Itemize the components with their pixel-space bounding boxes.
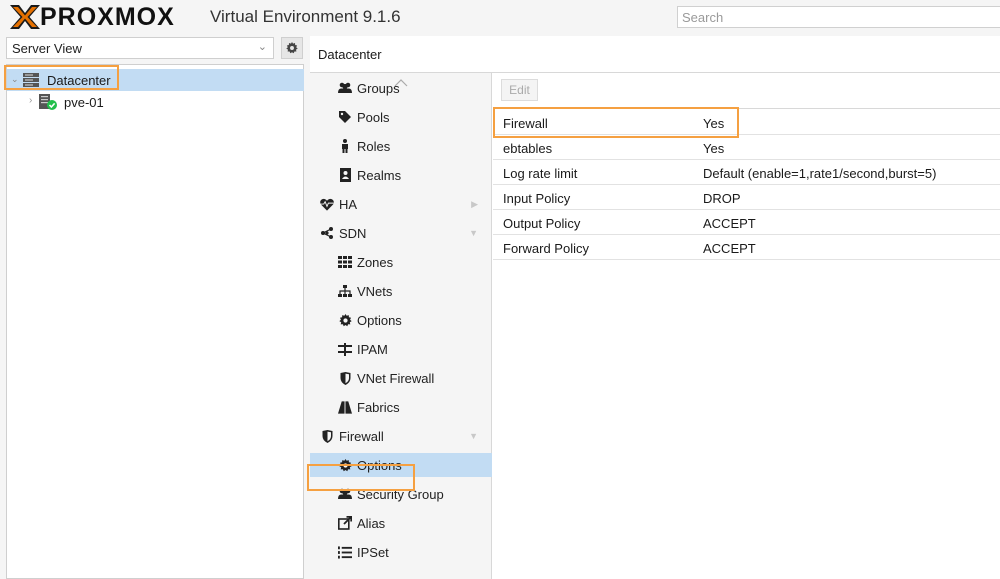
nav-item-label: HA bbox=[339, 197, 358, 212]
nav-item-label: Zones bbox=[357, 255, 394, 270]
th-icon bbox=[338, 255, 352, 269]
option-value: ACCEPT bbox=[703, 216, 756, 231]
tree-settings-button[interactable] bbox=[281, 37, 303, 59]
nav-item-label: Alias bbox=[357, 516, 386, 531]
address-book-icon bbox=[338, 168, 352, 182]
nav-item-firewall[interactable]: Firewall ▼ bbox=[310, 424, 492, 448]
nav-item-pools[interactable]: Pools bbox=[310, 105, 492, 129]
highlight-box bbox=[493, 107, 739, 138]
option-name: Forward Policy bbox=[503, 241, 589, 256]
resource-tree-panel: Server View ⌄ ⌄ Datacenter › pve-01 bbox=[0, 36, 306, 579]
nav-item-options[interactable]: Options bbox=[310, 308, 492, 332]
nav-item-label: SDN bbox=[339, 226, 367, 241]
nav-item-ipam[interactable]: IPAM bbox=[310, 337, 492, 361]
tree-item-label: pve-01 bbox=[64, 95, 104, 110]
table-row[interactable]: Log rate limit Default (enable=1,rate1/se… bbox=[493, 160, 1000, 185]
search-input[interactable] bbox=[677, 6, 1000, 28]
male-icon bbox=[338, 139, 352, 153]
resource-tree: ⌄ Datacenter › pve-01 bbox=[4, 64, 304, 579]
nav-item-label: Groups bbox=[357, 81, 400, 96]
nav-item-vnet-firewall[interactable]: VNet Firewall bbox=[310, 366, 492, 390]
nav-item-realms[interactable]: Realms bbox=[310, 163, 492, 187]
nav-item-label: VNets bbox=[357, 284, 393, 299]
nav-item-label: Firewall bbox=[339, 429, 384, 444]
option-name: Log rate limit bbox=[503, 166, 578, 181]
expand-right-icon[interactable]: ▶ bbox=[471, 199, 478, 210]
external-link-icon bbox=[338, 516, 352, 530]
tags-icon bbox=[338, 110, 352, 124]
nav-item-label: Fabrics bbox=[357, 400, 400, 415]
proxmox-logo[interactable]: PROXMOX bbox=[8, 2, 175, 32]
firewall-options-panel: Edit Firewall Yes ebtables Yes Log rate limi… bbox=[493, 73, 1000, 579]
option-value: Yes bbox=[703, 141, 725, 156]
toolbar: Edit bbox=[493, 73, 1000, 109]
option-name: ebtables bbox=[503, 141, 553, 156]
version-label: Virtual Environment 9.1.6 bbox=[210, 7, 401, 26]
gear-icon bbox=[286, 42, 298, 54]
sdn-icon bbox=[320, 226, 334, 240]
gear-icon bbox=[338, 313, 352, 327]
table-row[interactable]: Input Policy DROP bbox=[493, 185, 1000, 210]
ipam-icon bbox=[338, 342, 352, 356]
view-selector[interactable]: Server View ⌄ bbox=[6, 37, 274, 59]
option-value: ACCEPT bbox=[703, 241, 756, 256]
chevron-down-icon: ⌄ bbox=[257, 41, 267, 53]
main-panel: Datacenter Groups Pools Roles Realms HA ▶ SDN ▼… bbox=[310, 36, 1000, 579]
nav-item-groups[interactable]: Groups bbox=[310, 76, 492, 100]
table-row[interactable]: Output Policy ACCEPT bbox=[493, 210, 1000, 235]
nav-item-label: VNet Firewall bbox=[357, 371, 435, 386]
option-value: DROP bbox=[703, 191, 741, 206]
highlight-box bbox=[4, 65, 119, 90]
highlight-box bbox=[307, 464, 415, 491]
nav-item-label: IPSet bbox=[357, 545, 389, 560]
collapse-down-icon[interactable]: ▼ bbox=[469, 228, 478, 238]
proxmox-x-icon bbox=[10, 5, 40, 29]
table-row[interactable]: Forward Policy ACCEPT bbox=[493, 235, 1000, 260]
nav-item-label: Roles bbox=[357, 139, 391, 154]
top-header: PROXMOX Virtual Environment 9.1.6 bbox=[0, 0, 1000, 36]
nav-item-label: Pools bbox=[357, 110, 390, 125]
option-value: Default (enable=1,rate1/second,burst=5) bbox=[703, 166, 937, 181]
nav-item-ipset[interactable]: IPSet bbox=[310, 540, 492, 564]
nav-item-fabrics[interactable]: Fabrics bbox=[310, 395, 492, 419]
edit-button[interactable]: Edit bbox=[501, 79, 538, 101]
list-ol-icon bbox=[338, 545, 352, 559]
road-icon bbox=[338, 400, 352, 414]
sitemap-icon bbox=[338, 284, 352, 298]
expand-caret-icon[interactable]: › bbox=[29, 95, 32, 106]
table-row[interactable]: ebtables Yes bbox=[493, 135, 1000, 160]
logo-text: PROXMOX bbox=[40, 2, 175, 31]
page-title: Datacenter bbox=[318, 47, 382, 62]
nav-item-ha[interactable]: HA ▶ bbox=[310, 192, 492, 216]
nav-item-label: IPAM bbox=[357, 342, 388, 357]
view-selector-value: Server View bbox=[12, 41, 82, 56]
shield-icon bbox=[320, 429, 334, 443]
nav-item-sdn[interactable]: SDN ▼ bbox=[310, 221, 492, 245]
tree-item-node[interactable]: › pve-01 bbox=[7, 91, 304, 113]
nav-item-roles[interactable]: Roles bbox=[310, 134, 492, 158]
node-online-icon bbox=[39, 94, 57, 110]
datacenter-nav-menu: Groups Pools Roles Realms HA ▶ SDN ▼ Zones VNets O… bbox=[310, 73, 492, 579]
nav-item-alias[interactable]: Alias bbox=[310, 511, 492, 535]
option-name: Input Policy bbox=[503, 191, 571, 206]
panel-header: Datacenter bbox=[310, 36, 1000, 73]
users-icon bbox=[338, 81, 352, 95]
heartbeat-icon bbox=[320, 197, 334, 211]
option-name: Output Policy bbox=[503, 216, 581, 231]
nav-item-label: Realms bbox=[357, 168, 402, 183]
nav-item-vnets[interactable]: VNets bbox=[310, 279, 492, 303]
shield-icon bbox=[338, 371, 352, 385]
nav-item-zones[interactable]: Zones bbox=[310, 250, 492, 274]
collapse-down-icon[interactable]: ▼ bbox=[469, 431, 478, 441]
nav-item-label: Options bbox=[357, 313, 402, 328]
